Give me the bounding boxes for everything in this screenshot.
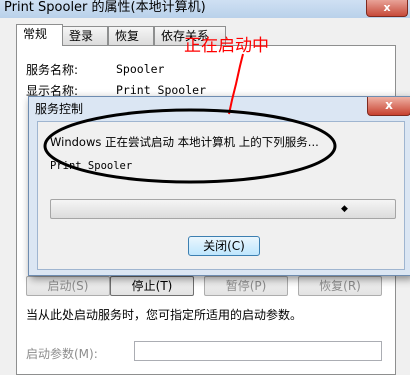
service-control-dialog: 服务控制 x Windows 正在尝试启动 本地计算机 上的下列服务... Pr… [28, 96, 410, 276]
display-name-value: Print Spooler [116, 83, 207, 97]
tab-recovery[interactable]: 恢复 [108, 26, 154, 45]
window-close-button[interactable]: x [366, 0, 408, 17]
progress-bar: ◆ [50, 199, 396, 219]
start-params-label: 启动参数(M): [26, 347, 98, 361]
dialog-message: Windows 正在尝试启动 本地计算机 上的下列服务... [50, 135, 319, 149]
dialog-close-button[interactable]: 关闭(C) [188, 236, 260, 256]
start-button[interactable]: 启动(S) [26, 276, 110, 296]
start-params-hint: 当从此处启动服务时，您可指定所适用的启动参数。 [26, 308, 303, 322]
window-title: Print Spooler 的属性(本地计算机) [4, 0, 206, 15]
start-params-input[interactable] [134, 341, 382, 361]
title-bar: Print Spooler 的属性(本地计算机) [0, 0, 410, 18]
resume-button[interactable]: 恢复(R) [298, 276, 382, 296]
dialog-title: 服务控制 [35, 102, 84, 116]
service-name-value: Spooler [116, 62, 165, 76]
dialog-body: Windows 正在尝试启动 本地计算机 上的下列服务... Print Spo… [37, 121, 405, 270]
service-name-label: 服务名称: [26, 63, 79, 77]
tab-logon[interactable]: 登录 [62, 26, 108, 45]
dialog-close-x-button[interactable]: x [367, 97, 410, 116]
pause-button[interactable]: 暂停(P) [204, 276, 288, 296]
tab-general[interactable]: 常规 [16, 24, 63, 46]
progress-marker-icon: ◆ [341, 204, 348, 214]
stop-button[interactable]: 停止(T) [110, 276, 194, 296]
annotation-text: 正在启动中 [184, 36, 269, 56]
dialog-service-name: Print Spooler [50, 160, 133, 172]
